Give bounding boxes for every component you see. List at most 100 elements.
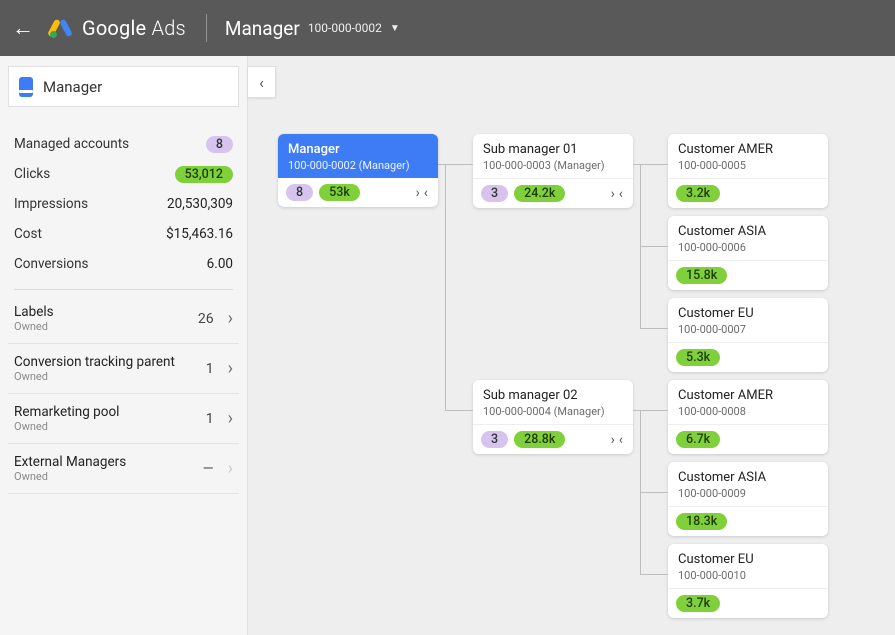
- metric-value: 20,530,309: [167, 196, 233, 212]
- connector-line: [445, 410, 473, 411]
- root-manager-card[interactable]: Manager100-000-0002 (Manager)853k›‹: [278, 134, 438, 207]
- connector-line: [640, 574, 668, 575]
- card-title: Customer EU: [678, 306, 818, 321]
- settings-list: LabelsOwned26›Conversion tracking parent…: [8, 294, 239, 494]
- account-switcher[interactable]: Manager 100-000-0002 ▼: [225, 17, 400, 40]
- setting-value: —: [203, 461, 214, 477]
- metric-label: Cost: [14, 226, 42, 242]
- chevron-right-icon[interactable]: ›: [609, 186, 617, 202]
- metric-value: 53,012: [175, 166, 233, 183]
- managed-count-pill: 3: [481, 185, 508, 202]
- setting-title: Remarketing pool: [14, 404, 119, 420]
- setting-value: 26: [198, 311, 214, 327]
- clicks-pill: 28.8k: [514, 431, 565, 448]
- card-title: Customer ASIA: [678, 470, 818, 485]
- back-arrow-icon[interactable]: ←: [12, 15, 34, 41]
- setting-title: Conversion tracking parent: [14, 354, 175, 370]
- collapse-sidebar-button[interactable]: ‹: [248, 66, 276, 98]
- setting-row[interactable]: LabelsOwned 26 ›: [8, 294, 239, 344]
- metric-value: 6.00: [207, 256, 233, 272]
- chevron-right-icon: ›: [228, 458, 233, 479]
- card-subtitle: 100-000-0009: [678, 487, 818, 500]
- clicks-pill: 18.3k: [676, 513, 727, 530]
- context-account-id: 100-000-0002: [308, 21, 382, 35]
- account-chip-icon: [19, 77, 33, 97]
- chevron-right-icon[interactable]: ›: [414, 185, 422, 201]
- setting-row: External ManagersOwned — ›: [8, 444, 239, 494]
- connector-line: [640, 164, 668, 165]
- clicks-pill: 5.3k: [676, 349, 720, 366]
- sub-manager-card[interactable]: Sub manager 01 100-000-0003 (Manager) 3 24.…: [473, 134, 633, 208]
- metric-conversions: Conversions 6.00: [14, 249, 233, 279]
- clicks-pill: 24.2k: [514, 185, 565, 202]
- customer-card[interactable]: Customer AMER100-000-00086.7k: [668, 380, 828, 454]
- metric-label: Clicks: [14, 166, 50, 182]
- customer-card[interactable]: Customer ASIA 100-000-0006 15.8k: [668, 216, 828, 290]
- setting-subtitle: Owned: [14, 320, 54, 333]
- setting-subtitle: Owned: [14, 470, 126, 483]
- metric-clicks: Clicks 53,012: [14, 159, 233, 189]
- connector-line: [445, 164, 473, 165]
- brand: Google Ads: [48, 16, 186, 40]
- chevron-right-icon[interactable]: ›: [228, 408, 233, 429]
- sidebar: Managed accounts 8 Clicks 53,012 Impress…: [0, 56, 248, 635]
- clicks-pill: 53k: [319, 184, 360, 201]
- chevron-left-icon[interactable]: ‹: [422, 185, 430, 201]
- setting-row[interactable]: Conversion tracking parentOwned1›: [8, 344, 239, 394]
- customer-card[interactable]: Customer ASIA 100-000-0009 18.3k: [668, 462, 828, 536]
- metric-label: Conversions: [14, 256, 89, 272]
- chevron-left-icon[interactable]: ‹: [617, 186, 625, 202]
- caret-down-icon: ▼: [390, 23, 400, 34]
- metric-impressions: Impressions 20,530,309: [14, 189, 233, 219]
- card-subtitle: 100-000-0008: [678, 405, 818, 418]
- setting-title: External Managers: [14, 454, 126, 470]
- card-subtitle: 100-000-0003 (Manager): [483, 159, 623, 172]
- managed-count-pill: 8: [286, 184, 313, 201]
- card-title: Sub manager 01: [483, 142, 623, 157]
- card-title: Manager: [288, 142, 428, 157]
- metric-value: $15,463.16: [166, 226, 233, 242]
- search-card: [8, 66, 239, 107]
- chevron-right-icon[interactable]: ›: [609, 432, 617, 448]
- chevron-right-icon[interactable]: ›: [228, 358, 233, 379]
- card-subtitle: 100-000-0007: [678, 323, 818, 336]
- app-header: ← Google Ads Manager 100-000-0002 ▼: [0, 0, 895, 56]
- customer-card[interactable]: Customer EU 100-000-0007 5.3k: [668, 298, 828, 372]
- context-title: Manager: [225, 17, 300, 40]
- header-divider: [206, 14, 207, 42]
- card-title: Customer ASIA: [678, 224, 818, 239]
- clicks-pill: 3.7k: [676, 595, 720, 612]
- setting-subtitle: Owned: [14, 420, 119, 433]
- connector-line: [640, 164, 641, 328]
- connector-line: [640, 492, 668, 493]
- chevron-right-icon[interactable]: ›: [228, 308, 233, 329]
- metric-label: Managed accounts: [14, 136, 129, 152]
- customer-card[interactable]: Customer AMER100-000-00053.2k: [668, 134, 828, 208]
- hierarchy-canvas[interactable]: ‹ Manager100-000-0002 (Manager)853k›‹Sub…: [248, 56, 895, 635]
- card-subtitle: 100-000-0004 (Manager): [483, 405, 623, 418]
- connector-line: [640, 410, 641, 574]
- card-subtitle: 100-000-0006: [678, 241, 818, 254]
- brand-text: Google Ads: [82, 16, 186, 40]
- customer-card[interactable]: Customer EU100-000-00103.7k: [668, 544, 828, 618]
- connector-line: [633, 410, 640, 411]
- setting-value: 1: [206, 411, 214, 427]
- connector-line: [640, 328, 668, 329]
- clicks-pill: 6.7k: [676, 431, 720, 448]
- metric-managed-accounts: Managed accounts 8: [14, 129, 233, 159]
- search-input[interactable]: [43, 78, 242, 96]
- setting-title: Labels: [14, 304, 54, 320]
- setting-row[interactable]: Remarketing poolOwned 1 ›: [8, 394, 239, 444]
- card-title: Customer AMER: [678, 142, 818, 157]
- sub-manager-card[interactable]: Sub manager 02100-000-0004 (Manager)328.…: [473, 380, 633, 454]
- metrics-block: Managed accounts 8 Clicks 53,012 Impress…: [8, 129, 239, 290]
- connector-line: [640, 246, 668, 247]
- clicks-pill: 3.2k: [676, 185, 720, 202]
- tree-layer: Manager100-000-0002 (Manager)853k›‹Sub m…: [248, 56, 895, 635]
- chevron-left-icon[interactable]: ‹: [617, 432, 625, 448]
- managed-count-pill: 3: [481, 431, 508, 448]
- metric-cost: Cost $15,463.16: [14, 219, 233, 249]
- connector-line: [633, 164, 640, 165]
- clicks-pill: 15.8k: [676, 267, 727, 284]
- setting-value: 1: [206, 361, 214, 377]
